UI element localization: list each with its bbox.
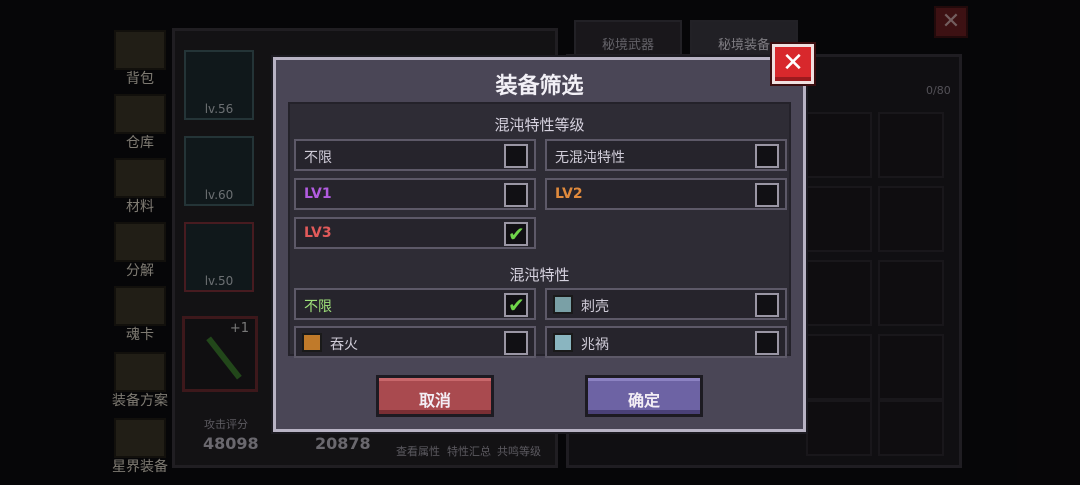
option-label: 吞火: [330, 337, 358, 353]
equipment-filter-dialog: 装备筛选 混沌特性等级 不限 无混沌特性 LV1 LV2 LV3 ✔ 混沌特性 …: [273, 57, 806, 432]
checkbox[interactable]: [755, 331, 779, 355]
option-label: 不限: [304, 150, 332, 166]
option-label: 无混沌特性: [555, 150, 625, 166]
level-option-no-chaos-trait[interactable]: 无混沌特性: [545, 139, 787, 171]
level-option-lv2[interactable]: LV2: [545, 178, 787, 210]
close-icon: ✕: [782, 48, 804, 78]
level-option-lv1[interactable]: LV1: [294, 178, 536, 210]
chaos-trait-heading: 混沌特性: [509, 266, 570, 284]
option-label: 不限: [304, 299, 332, 315]
omen-icon: [553, 333, 573, 352]
option-label: 兆祸: [581, 337, 609, 353]
thorn-shell-icon: [553, 295, 573, 314]
checkbox[interactable]: [504, 331, 528, 355]
option-label: LV1: [304, 186, 332, 202]
trait-option-thorn-shell[interactable]: 刺壳: [545, 288, 787, 320]
trait-option-unlimited[interactable]: 不限 ✔: [294, 288, 536, 320]
option-label: 刺壳: [581, 299, 609, 315]
checkbox-checked[interactable]: ✔: [504, 222, 528, 246]
checkbox[interactable]: [504, 144, 528, 168]
chaos-trait-level-heading: 混沌特性等级: [494, 116, 585, 134]
checkbox[interactable]: [504, 183, 528, 207]
option-label: LV2: [555, 186, 583, 202]
dialog-title: 装备筛选: [495, 74, 584, 99]
level-option-lv3[interactable]: LV3 ✔: [294, 217, 536, 249]
checkbox[interactable]: [755, 144, 779, 168]
checkbox[interactable]: [755, 183, 779, 207]
trait-option-fire-eater[interactable]: 吞火: [294, 326, 536, 358]
cancel-button[interactable]: 取消: [376, 375, 494, 417]
option-label: LV3: [304, 225, 332, 241]
close-dialog-button[interactable]: ✕: [772, 44, 814, 84]
level-option-unlimited[interactable]: 不限: [294, 139, 536, 171]
checkmark-icon: ✔: [508, 293, 525, 317]
trait-option-omen[interactable]: 兆祸: [545, 326, 787, 358]
confirm-button[interactable]: 确定: [585, 375, 703, 417]
checkbox[interactable]: [755, 293, 779, 317]
filter-options-panel: 混沌特性等级 不限 无混沌特性 LV1 LV2 LV3 ✔ 混沌特性 不限 ✔: [288, 102, 791, 358]
checkmark-icon: ✔: [508, 222, 525, 246]
fire-eater-icon: [302, 333, 322, 352]
checkbox-checked[interactable]: ✔: [504, 293, 528, 317]
